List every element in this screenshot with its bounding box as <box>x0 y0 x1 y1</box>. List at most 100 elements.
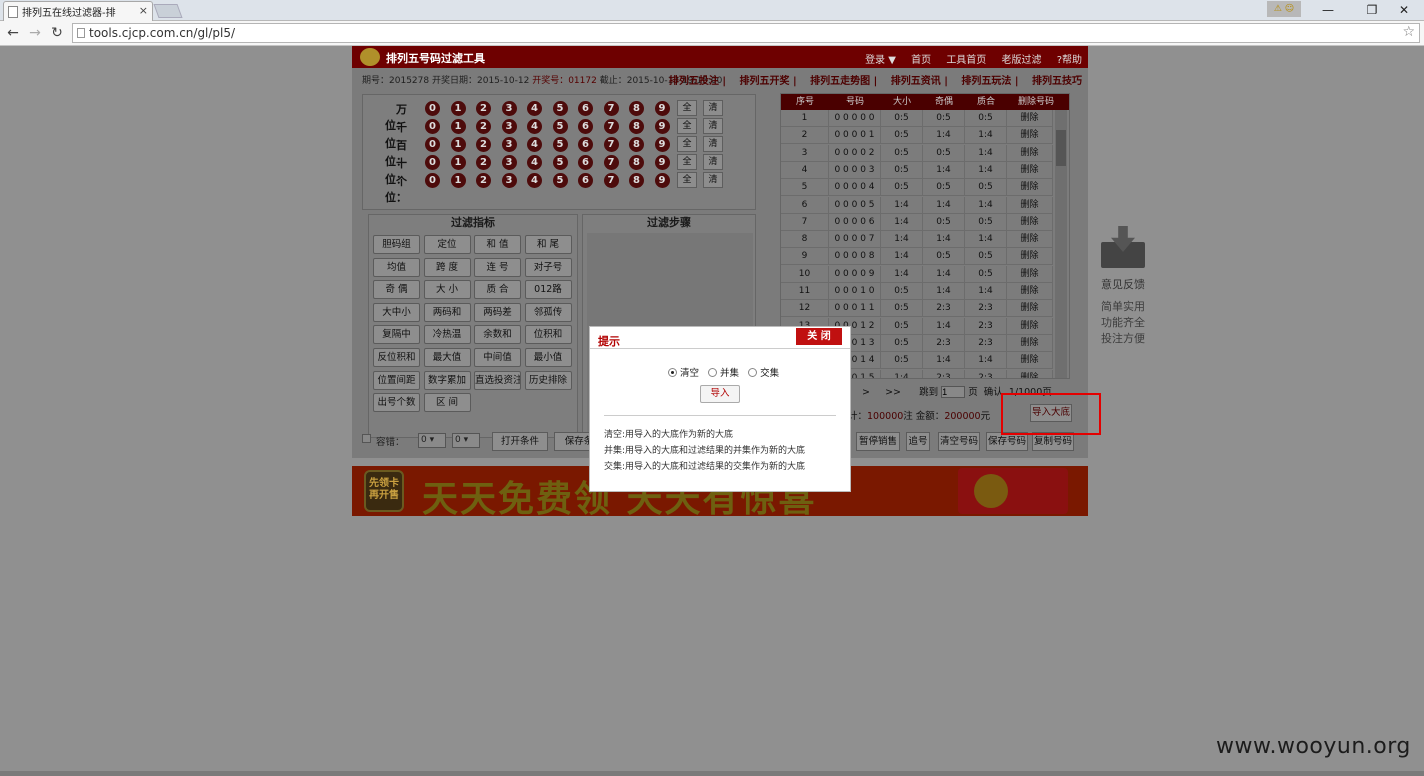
select-all-button[interactable]: 全 <box>677 172 697 188</box>
nav-home[interactable]: 首页 <box>911 55 931 66</box>
browser-tab[interactable]: 排列五在线过滤器-排 × <box>3 1 153 21</box>
digit-ball[interactable]: 9 <box>654 119 670 134</box>
nav-old-filter[interactable]: 老版过滤 <box>1002 55 1042 66</box>
filter-button[interactable]: 和 值 <box>474 235 521 254</box>
digit-ball[interactable]: 6 <box>578 101 593 116</box>
digit-ball[interactable]: 1 <box>450 101 466 116</box>
reload-icon[interactable]: ↻ <box>48 24 66 42</box>
pause-sales-button[interactable]: 暂停销售 <box>856 432 900 451</box>
delete-link[interactable]: 删除 <box>1007 283 1053 300</box>
link-rules[interactable]: 排列五玩法 <box>961 76 1011 87</box>
delete-link[interactable]: 删除 <box>1007 317 1053 335</box>
filter-button[interactable]: 连 号 <box>474 257 521 277</box>
link-results[interactable]: 排列五开奖 <box>740 76 790 87</box>
digit-ball[interactable]: 5 <box>552 101 568 116</box>
filter-button[interactable]: 和 尾 <box>524 235 572 254</box>
digit-ball[interactable]: 6 <box>578 155 593 170</box>
digit-ball[interactable]: 7 <box>603 101 619 116</box>
forward-icon[interactable]: → <box>26 24 44 42</box>
tolerance-select-2[interactable]: 0 ▾ <box>452 433 480 448</box>
digit-ball[interactable]: 2 <box>476 101 491 116</box>
open-conditions-button[interactable]: 打开条件 <box>492 432 548 451</box>
clear-row-button[interactable]: 清 <box>703 100 723 116</box>
filter-button[interactable]: 最小值 <box>524 348 572 367</box>
delete-link[interactable]: 删除 <box>1007 231 1053 249</box>
radio-clear[interactable] <box>668 368 677 377</box>
digit-ball[interactable]: 3 <box>501 101 517 116</box>
delete-link[interactable]: 删除 <box>1007 144 1053 162</box>
minimize-button[interactable]: — <box>1306 0 1350 20</box>
digit-ball[interactable]: 2 <box>476 137 491 152</box>
link-tips[interactable]: 排列五技巧 <box>1032 76 1082 87</box>
digit-ball[interactable]: 5 <box>552 119 568 134</box>
delete-link[interactable]: 删除 <box>1007 213 1053 231</box>
nav-help[interactable]: ?帮助 <box>1057 55 1082 66</box>
delete-link[interactable]: 删除 <box>1007 265 1053 283</box>
radio-intersect[interactable] <box>748 368 758 377</box>
digit-ball[interactable]: 2 <box>476 119 491 134</box>
table-scrollbar[interactable] <box>1055 110 1067 378</box>
digit-ball[interactable]: 8 <box>629 173 644 188</box>
delete-link[interactable]: 删除 <box>1007 161 1053 179</box>
clear-row-button[interactable]: 清 <box>703 154 723 170</box>
filter-button[interactable]: 012路 <box>524 280 572 300</box>
digit-ball[interactable]: 6 <box>578 137 593 152</box>
filter-button[interactable]: 中间值 <box>474 348 521 367</box>
digit-ball[interactable]: 7 <box>603 137 619 152</box>
digit-ball[interactable]: 3 <box>501 137 517 152</box>
feedback-widget[interactable]: 意见反馈 简单实用 功能齐全 投注方便 <box>1093 226 1153 347</box>
delete-link[interactable]: 删除 <box>1007 196 1053 214</box>
filter-button[interactable]: 两码和 <box>423 302 471 322</box>
clear-row-button[interactable]: 清 <box>703 136 723 152</box>
select-all-button[interactable]: 全 <box>677 136 697 152</box>
filter-button[interactable]: 定位 <box>423 235 471 254</box>
select-all-button[interactable]: 全 <box>677 154 697 170</box>
digit-ball[interactable]: 5 <box>552 137 568 152</box>
digit-ball[interactable]: 4 <box>527 137 542 152</box>
option-clear[interactable]: 清空 <box>668 368 699 379</box>
filter-button[interactable]: 大 小 <box>423 280 471 300</box>
delete-link[interactable]: 删除 <box>1007 110 1053 127</box>
delete-link[interactable]: 删除 <box>1007 334 1053 352</box>
digit-ball[interactable]: 1 <box>450 155 466 170</box>
digit-ball[interactable]: 8 <box>629 155 644 170</box>
nav-tool-home[interactable]: 工具首页 <box>946 55 986 66</box>
filter-button[interactable]: 奇 偶 <box>373 280 420 300</box>
digit-ball[interactable]: 4 <box>527 101 542 116</box>
digit-ball[interactable]: 5 <box>552 155 568 170</box>
delete-link[interactable]: 删除 <box>1007 248 1053 266</box>
filter-button[interactable]: 冷热温 <box>423 325 471 345</box>
digit-ball[interactable]: 7 <box>603 173 619 188</box>
link-trend[interactable]: 排列五走势图 <box>810 76 870 87</box>
filter-button[interactable]: 余数和 <box>474 325 521 345</box>
filter-button[interactable]: 最大值 <box>423 348 471 367</box>
option-union[interactable]: 并集 <box>708 368 739 379</box>
digit-ball[interactable]: 4 <box>527 119 542 134</box>
digit-ball[interactable]: 8 <box>629 119 644 134</box>
digit-ball[interactable]: 1 <box>450 173 466 188</box>
filter-button[interactable]: 区 间 <box>423 393 471 413</box>
delete-link[interactable]: 删除 <box>1007 369 1053 378</box>
digit-ball[interactable]: 8 <box>629 137 644 152</box>
digit-ball[interactable]: 2 <box>476 155 491 170</box>
filter-button[interactable]: 位积和 <box>524 325 572 345</box>
dialog-close-button[interactable]: 关 闭 <box>796 328 842 345</box>
filter-button[interactable]: 胆码组 <box>373 235 420 254</box>
digit-ball[interactable]: 4 <box>527 173 542 188</box>
digit-ball[interactable]: 3 <box>501 155 517 170</box>
filter-button[interactable]: 数字累加 <box>423 370 471 390</box>
filter-button[interactable]: 出号个数 <box>373 393 420 413</box>
filter-button[interactable]: 反位积和 <box>373 348 420 367</box>
link-bet[interactable]: 排列五投注 <box>669 76 719 87</box>
filter-button[interactable]: 均值 <box>373 257 420 277</box>
radio-union[interactable] <box>708 368 718 377</box>
digit-ball[interactable]: 1 <box>450 137 466 152</box>
nav-login[interactable]: 登录 ▼ <box>865 55 896 66</box>
digit-ball[interactable]: 4 <box>527 155 542 170</box>
pager-next[interactable]: >> <box>885 387 901 398</box>
digit-ball[interactable]: 8 <box>629 101 644 116</box>
select-all-button[interactable]: 全 <box>677 118 697 134</box>
filter-button[interactable]: 复隔中 <box>373 325 420 345</box>
digit-ball[interactable]: 9 <box>654 137 670 152</box>
close-tab-icon[interactable]: × <box>139 4 148 17</box>
